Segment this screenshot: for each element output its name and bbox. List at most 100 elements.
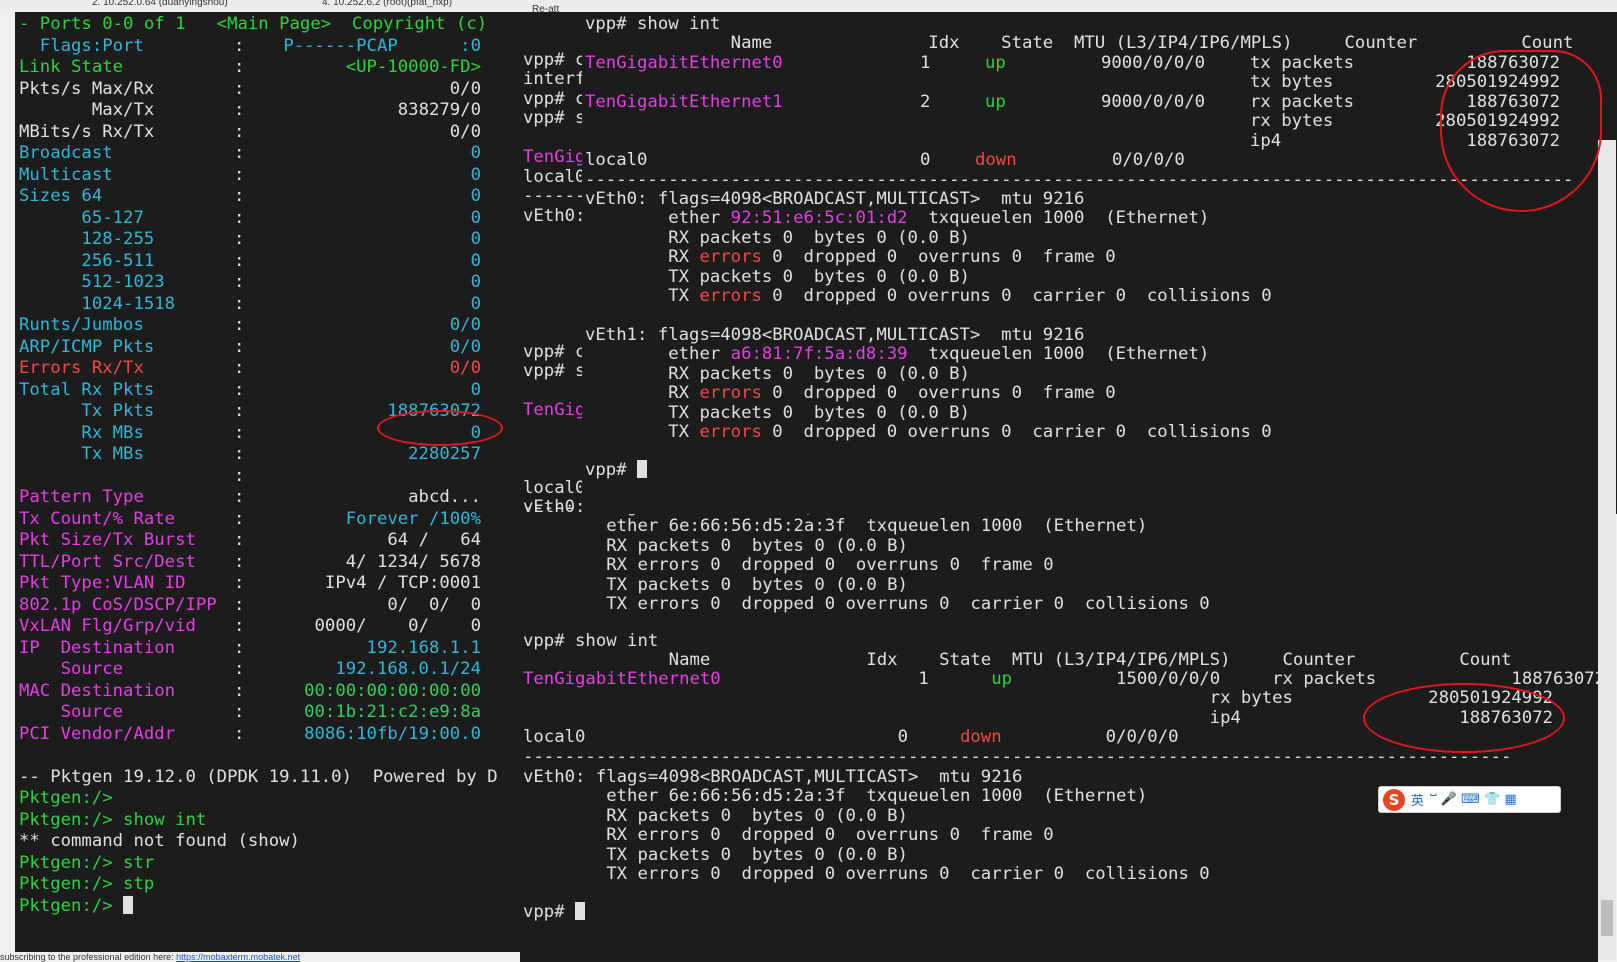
pktgen-row-separator: : bbox=[234, 143, 245, 163]
terminal-line: Total Rx Pkts: 0 bbox=[19, 380, 481, 401]
vpp-front-ether-info: txqueuelen 1000 (Ethernet) bbox=[907, 344, 1210, 365]
pktgen-row-label: MAC Destination bbox=[19, 680, 176, 701]
pktgen-row-value: 0 bbox=[470, 143, 481, 163]
terminal-line: 65-127: 0 bbox=[19, 208, 481, 229]
vpp-back-if-name: local0 bbox=[523, 727, 586, 748]
vpp-back-veth-line: RX errors 0 dropped 0 overruns 0 frame 0 bbox=[523, 555, 1054, 576]
pktgen-row-label: MBits/s Rx/Tx bbox=[19, 121, 155, 142]
scrollbar-thumb[interactable] bbox=[1601, 900, 1613, 936]
ime-language-toggle[interactable]: 英 bbox=[1411, 790, 1424, 809]
vpp-front-tx-label: TX bbox=[585, 286, 700, 307]
terminal-line: ether 92:51:e6:5c:01:d2 txqueuelen 1000 … bbox=[585, 208, 1209, 229]
pktgen-row-label: Source bbox=[19, 702, 124, 722]
terminal-line: Source: 192.168.0.1/24 bbox=[19, 659, 481, 680]
vpp-back-peek-line: vpp# c bbox=[523, 342, 586, 362]
pktgen-row-label: Source bbox=[19, 659, 124, 679]
pktgen-row-separator: : bbox=[234, 272, 245, 292]
terminal-line: vpp# c bbox=[523, 342, 585, 363]
sogou-logo-icon[interactable]: S bbox=[1383, 788, 1405, 811]
terminal-line: Max/Tx: 838279/0 bbox=[19, 100, 481, 121]
terminal-line: Pkt Size/Tx Burst: 64 / 64 bbox=[19, 530, 481, 551]
terminal-line: ** command not found (show) bbox=[19, 831, 300, 852]
terminal-line: vpp# show int bbox=[585, 14, 720, 35]
terminal-line: MAC Destination: 00:00:00:00:00:00 bbox=[19, 680, 481, 702]
pktgen-console-line: Pktgen:/> stp bbox=[19, 874, 155, 894]
terminal-line: RX packets 0 bytes 0 (0.0 B) bbox=[585, 364, 970, 385]
pktgen-row-value: 0 bbox=[470, 250, 481, 271]
terminal-line: vpp# s bbox=[523, 361, 585, 382]
vpp-front-if-counter: rx bytes bbox=[1250, 111, 1334, 132]
pktgen-row-value: 0 bbox=[470, 207, 481, 228]
terminal-line: TenGigabitEthernet0 1 up 1500/0/0/0 rx p… bbox=[523, 669, 1598, 690]
tab-bar: 2. 10.252.0.64 (duanyingshou) 4. 10.252.… bbox=[0, 0, 1617, 12]
vpp-front-if-idx: 1 bbox=[920, 53, 931, 73]
status-text: subscribing to the professional edition … bbox=[0, 952, 174, 962]
tab-session-2[interactable]: 2. 10.252.0.64 (duanyingshou) bbox=[92, 0, 228, 8]
vpp-front-ether-label: ether bbox=[585, 344, 731, 365]
terminal-line: vEth0: bbox=[523, 206, 585, 227]
vpp-back-veth-line: RX packets 0 bytes 0 (0.0 B) bbox=[523, 535, 908, 556]
vpp-front-if-counter: tx packets bbox=[1250, 53, 1355, 73]
vpp-back-peek-line: interf bbox=[523, 69, 586, 90]
vpp-front-errors-word: errors bbox=[699, 247, 762, 268]
terminal-scrollbar[interactable] bbox=[1598, 140, 1616, 960]
ime-toolbar[interactable]: S 英 ⵯ 🎤 ⌨ 👕 ▦ bbox=[1378, 786, 1561, 813]
pktgen-row-separator: : bbox=[234, 78, 245, 99]
terminal-line: -- Pktgen 19.12.0 (DPDK 19.11.0) Powered… bbox=[19, 767, 498, 788]
vpp-front-rx-label: RX bbox=[585, 383, 700, 404]
status-link[interactable]: https://mobaxterm.mobatek.net bbox=[176, 952, 300, 962]
vpp-front-table-header: Name Idx State MTU (L3/IP4/IP6/MPLS) Cou… bbox=[585, 33, 1574, 53]
terminal-line: RX errors 0 dropped 0 overruns 0 frame 0 bbox=[585, 247, 1115, 268]
terminal-line: RX packets 0 bytes 0 (0.0 B) bbox=[523, 806, 908, 827]
pktgen-row-value: 64 / 64 bbox=[387, 530, 481, 550]
vpp-front-if-count: 280501924992 bbox=[1435, 111, 1560, 132]
vpp-front-errors-word: errors bbox=[699, 422, 762, 443]
terminal-line: local0 bbox=[523, 478, 585, 499]
pktgen-row-separator: : bbox=[234, 508, 245, 529]
vpp-back-if-counters: 0/0/0/0 bbox=[1001, 727, 1179, 748]
pktgen-row-value: 192.168.0.1/24 bbox=[335, 659, 481, 679]
tab-reattach[interactable]: Re-att bbox=[532, 4, 559, 12]
terminal-line: vpp# c bbox=[523, 50, 585, 71]
terminal-line: ARP/ICMP Pkts: 0/0 bbox=[19, 337, 481, 358]
terminal-line: Name Idx State MTU (L3/IP4/IP6/MPLS) Cou… bbox=[523, 650, 1512, 671]
vpp-front-if-mtu: 9000/0/0/0 bbox=[1101, 53, 1206, 73]
pktgen-row-value: Forever /100% bbox=[345, 508, 481, 529]
terminal-line: Pattern Type: abcd... bbox=[19, 487, 481, 508]
pktgen-row-label: 802.1p CoS/DSCP/IPP bbox=[19, 594, 217, 615]
terminal-line: 512-1023: 0 bbox=[19, 272, 481, 293]
terminal-line: Name Idx State MTU (L3/IP4/IP6/MPLS) Cou… bbox=[585, 33, 1574, 54]
pktgen-row-separator: : bbox=[234, 164, 245, 185]
vpp-back-if-idx: 0 bbox=[585, 727, 960, 748]
pktgen-console-line: ** command not found (show) bbox=[19, 831, 300, 851]
terminal-line: vpp# s bbox=[523, 108, 585, 129]
terminal-line: - Ports 0-0 of 1 <Main Page> Copyright (… bbox=[19, 14, 487, 35]
vpp-terminal-front[interactable]: vpp# show int Name Idx State MTU (L3/IP4… bbox=[582, 12, 1617, 514]
terminal-line: Multicast: 0 bbox=[19, 165, 481, 186]
terminal-line: ----------------------------------------… bbox=[585, 170, 1573, 191]
pktgen-row-separator: : bbox=[234, 702, 245, 722]
tab-session-4[interactable]: 4. 10.252.6.2 (root)(pfat_nxp) bbox=[322, 0, 452, 8]
terminal-line: ether 6e:66:56:d5:2a:3f txqueuelen 1000 … bbox=[523, 516, 1147, 537]
terminal-line: vEth0: flags=4098<BROADCAST,MULTICAST> m… bbox=[585, 189, 1084, 210]
vpp-back-if-state: down bbox=[960, 727, 1002, 748]
terminal-line: TX packets 0 bytes 0 (0.0 B) bbox=[585, 403, 970, 424]
pktgen-row-value: P------PCAP :0 bbox=[283, 35, 481, 56]
terminal-line: TX errors 0 dropped 0 overruns 0 carrier… bbox=[523, 594, 1209, 615]
terminal-line: TX errors 0 dropped 0 overruns 0 carrier… bbox=[585, 422, 1272, 443]
terminal-line: VxLAN Flg/Grp/vid: 0000/ 0/ 0 bbox=[19, 616, 481, 637]
pktgen-row-separator: : bbox=[234, 680, 245, 701]
pktgen-row-value: 0 bbox=[470, 379, 481, 400]
terminal-line: TX packets 0 bytes 0 (0.0 B) bbox=[523, 845, 908, 866]
ime-tools-icons[interactable]: ⵯ 🎤 ⌨ 👕 ▦ bbox=[1430, 792, 1517, 807]
pktgen-row-label: Max/Tx bbox=[19, 100, 155, 120]
terminal-line: Pktgen:/> show int bbox=[19, 810, 206, 831]
vpp-front-if-count: 188763072 bbox=[1466, 91, 1560, 112]
vpp-front-if-state: up bbox=[985, 91, 1006, 112]
vpp-front-command: vpp# show int bbox=[585, 14, 721, 34]
vpp-front-if-name: local0 bbox=[585, 150, 648, 170]
vpp-back-veth-line: TX packets 0 bytes 0 (0.0 B) bbox=[523, 844, 908, 865]
pktgen-terminal[interactable]: - Ports 0-0 of 1 <Main Page> Copyright (… bbox=[15, 12, 520, 952]
vpp-front-tx-errors: 0 dropped 0 overruns 0 carrier 0 collisi… bbox=[761, 422, 1272, 443]
pktgen-row-value: 0/0 bbox=[449, 336, 481, 357]
